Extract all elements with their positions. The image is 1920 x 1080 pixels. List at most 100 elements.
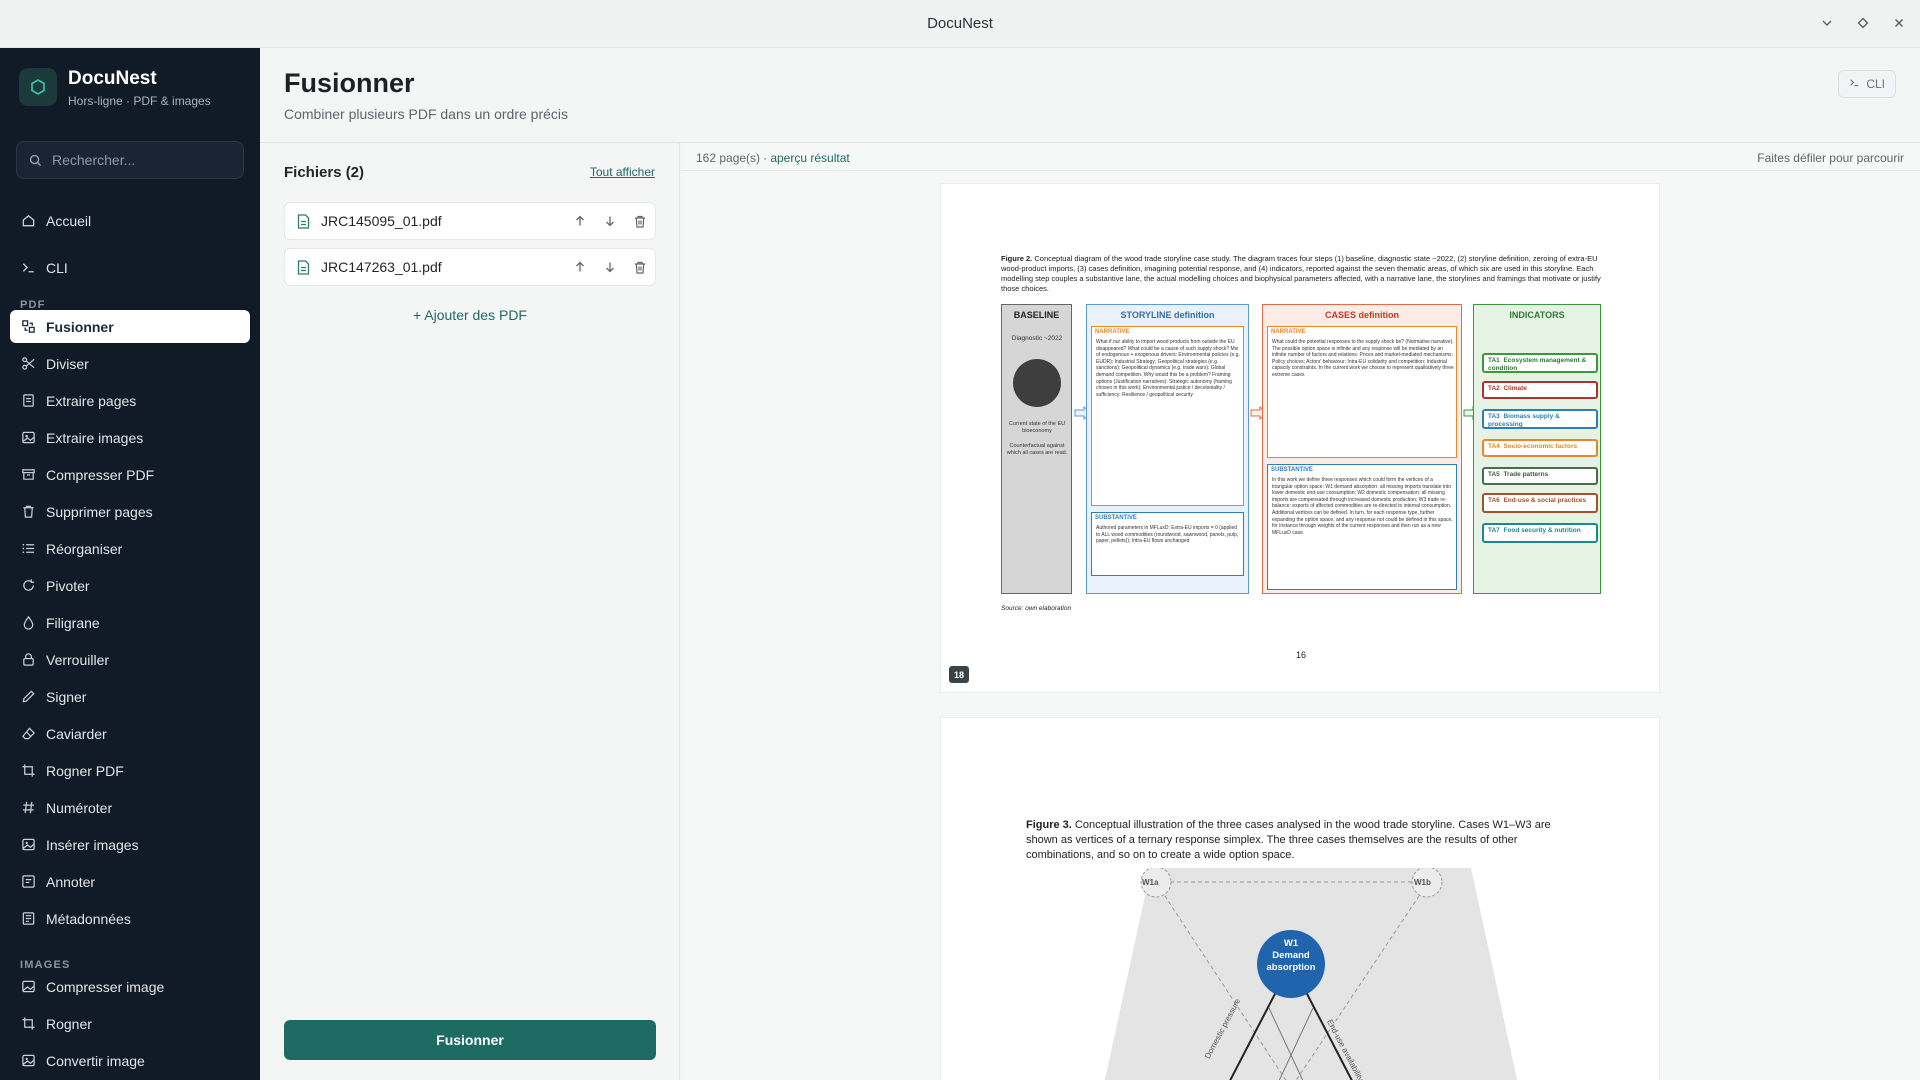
- nav-item-cli[interactable]: CLI: [10, 251, 250, 284]
- nav-label: Rogner PDF: [46, 762, 124, 779]
- nav-item-filigrane[interactable]: Filigrane: [10, 606, 250, 639]
- minimize-icon[interactable]: [1816, 12, 1838, 34]
- substantive-label: SUBSTANTIVE: [1271, 467, 1313, 473]
- move-up-icon[interactable]: [571, 212, 589, 230]
- nav-item-accueil[interactable]: Accueil: [10, 204, 250, 237]
- indicators-box: INDICATORS TA1 Ecosystem management & co…: [1473, 304, 1601, 594]
- move-up-icon[interactable]: [571, 258, 589, 276]
- nav-item-extraire-images[interactable]: Extraire images: [10, 421, 250, 454]
- pdf-page: Figure 2. Conceptual diagram of the wood…: [940, 183, 1660, 693]
- nav-label: Pivoter: [46, 577, 90, 594]
- delete-icon[interactable]: [631, 258, 649, 276]
- nav-item-signer[interactable]: Signer: [10, 680, 250, 713]
- terminal-icon: [20, 260, 36, 276]
- nav-item-extraire-pages[interactable]: Extraire pages: [10, 384, 250, 417]
- indicator-item: TA6 End-use & social practices: [1482, 493, 1598, 513]
- image-plus-icon: [20, 837, 36, 853]
- nav-label: Caviarder: [46, 725, 107, 742]
- indicator-code: TA7: [1488, 527, 1500, 534]
- file-row[interactable]: JRC145095_01.pdf: [284, 202, 656, 240]
- page-number: 16: [1295, 650, 1306, 660]
- nav-item-inserer-images[interactable]: Insérer images: [10, 828, 250, 861]
- narrative-text: What if our ability to import wood produ…: [1096, 339, 1240, 398]
- pen-icon: [20, 689, 36, 705]
- nav-item-reorganiser[interactable]: Réorganiser: [10, 532, 250, 565]
- nav-label: Rogner: [46, 1015, 92, 1032]
- nav-item-caviarder[interactable]: Caviarder: [10, 717, 250, 750]
- figure-caption-text: Conceptual illustration of the three cas…: [1026, 819, 1551, 861]
- nav-item-metadonnees[interactable]: Métadonnées: [10, 902, 250, 935]
- hash-icon: [20, 800, 36, 816]
- nav-label: Extraire pages: [46, 392, 137, 409]
- nav-item-rogner[interactable]: Rogner: [10, 1007, 250, 1040]
- w1-title: W1: [1283, 938, 1299, 949]
- cli-button[interactable]: CLI: [1838, 70, 1896, 98]
- nav-label: Compresser image: [46, 978, 165, 995]
- window-title: DocuNest: [927, 15, 993, 32]
- nav-item-annoter[interactable]: Annoter: [10, 865, 250, 898]
- nav-label: Insérer images: [46, 836, 139, 853]
- move-down-icon[interactable]: [601, 258, 619, 276]
- nav-item-verrouiller[interactable]: Verrouiller: [10, 643, 250, 676]
- vertex-label: W1a: [1142, 878, 1159, 887]
- close-icon[interactable]: [1888, 12, 1910, 34]
- narrative-box: NARRATIVE What if our ability to import …: [1091, 326, 1244, 506]
- indicator-label: Socio-economic factors: [1503, 443, 1578, 450]
- archive-icon: [20, 467, 36, 483]
- cases-box: CASES definition NARRATIVE What could th…: [1262, 304, 1462, 594]
- figure-caption-text: Conceptual diagram of the wood trade sto…: [1001, 254, 1601, 293]
- terminal-icon: [1849, 77, 1860, 91]
- nav-item-diviser[interactable]: Diviser: [10, 347, 250, 380]
- figure-caption-label: Figure 3.: [1026, 819, 1072, 831]
- page-header: Fusionner Combiner plusieurs PDF dans un…: [260, 48, 1920, 143]
- nav-item-pivoter[interactable]: Pivoter: [10, 569, 250, 602]
- maximize-icon[interactable]: [1852, 12, 1874, 34]
- merge-icon: [20, 319, 36, 335]
- nav-item-numeroter[interactable]: Numéroter: [10, 791, 250, 824]
- home-icon: [20, 213, 36, 229]
- nav-item-convertir-image[interactable]: Convertir image: [10, 1044, 250, 1077]
- substantive-label: SUBSTANTIVE: [1095, 515, 1137, 521]
- storyline-box: STORYLINE definition NARRATIVE What if o…: [1086, 304, 1249, 594]
- indicator-item: TA2 Climate: [1482, 381, 1598, 399]
- image-icon: [20, 430, 36, 446]
- search-input[interactable]: Rechercher...: [16, 141, 244, 179]
- w1-node: W1 Demand absorption: [1257, 938, 1325, 974]
- merge-button[interactable]: Fusionner: [284, 1020, 656, 1060]
- nav-item-fusionner[interactable]: Fusionner: [10, 310, 250, 343]
- vertex-label: W1b: [1414, 878, 1431, 887]
- preview-toolbar: 162 page(s) · aperçu résultat Faites déf…: [681, 143, 1920, 171]
- indicator-code: TA4: [1488, 443, 1500, 450]
- scroll-hint: Faites défiler pour parcourir: [1757, 151, 1904, 165]
- baseline-state: Diagnostic ~2022: [1011, 335, 1063, 342]
- narrative-label: NARRATIVE: [1095, 329, 1130, 335]
- baseline-note: Counterfactual against which all cases a…: [1006, 443, 1068, 456]
- nav-label: Supprimer pages: [46, 503, 153, 520]
- move-down-icon[interactable]: [601, 212, 619, 230]
- baseline-title: BASELINE: [1013, 310, 1060, 320]
- logo-icon: [19, 68, 57, 106]
- title-bar: DocuNest: [0, 0, 1920, 48]
- nav-item-compresser-image[interactable]: Compresser image: [10, 970, 250, 1003]
- nav-label: Convertir image: [46, 1052, 145, 1069]
- figure-source: Source: own elaboration: [1001, 605, 1072, 612]
- indicator-code: TA1: [1488, 357, 1500, 364]
- page-title: Fusionner: [284, 68, 415, 98]
- figure-caption: Figure 3. Conceptual illustration of the…: [1026, 818, 1576, 863]
- substantive-text: Authored parameters in MFLuxD: Extra-EU …: [1096, 525, 1239, 545]
- nav-label: CLI: [46, 259, 68, 276]
- file-row[interactable]: JRC147263_01.pdf: [284, 248, 656, 286]
- nav-item-rogner-pdf[interactable]: Rogner PDF: [10, 754, 250, 787]
- page-count: 162 page(s): [696, 151, 761, 165]
- nav-item-compresser-pdf[interactable]: Compresser PDF: [10, 458, 250, 491]
- show-all-link[interactable]: Tout afficher: [590, 165, 655, 179]
- delete-icon[interactable]: [631, 212, 649, 230]
- indicator-label: Trade patterns: [1503, 471, 1549, 478]
- storyline-title: STORYLINE definition: [1120, 310, 1215, 320]
- nav-label: Métadonnées: [46, 910, 131, 927]
- preview-panel[interactable]: 162 page(s) · aperçu résultat Faites déf…: [681, 143, 1920, 1080]
- nav-item-supprimer-pages[interactable]: Supprimer pages: [10, 495, 250, 528]
- indicator-item: TA7 Food security & nutrition: [1482, 523, 1598, 543]
- nav-label: Extraire images: [46, 429, 144, 446]
- add-pdf-button[interactable]: + Ajouter des PDF: [260, 307, 680, 323]
